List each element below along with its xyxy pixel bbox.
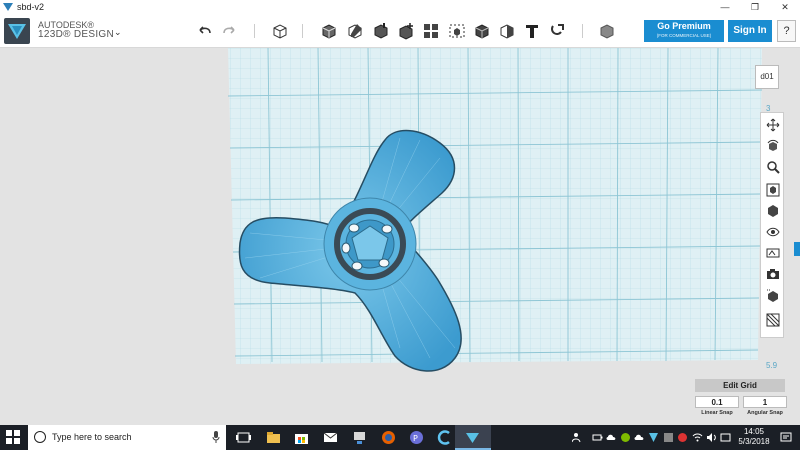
materials-outlines-icon[interactable]: [766, 246, 780, 260]
toolbar-divider: [302, 24, 303, 38]
file-explorer-icon[interactable]: [266, 430, 281, 445]
grid-scale-bottom: 5.9: [766, 361, 778, 370]
tray-app4-icon[interactable]: [677, 432, 688, 443]
angular-snap-label: Angular Snap: [747, 410, 783, 416]
clock-date: 5/3/2018: [738, 437, 770, 446]
combine-icon[interactable]: [473, 22, 491, 40]
angular-snap-field[interactable]: 1: [743, 396, 787, 408]
cloud-sync-icon[interactable]: [634, 432, 645, 443]
viewport-canvas[interactable]: [0, 48, 800, 425]
volume-icon[interactable]: [706, 432, 717, 443]
mail-icon[interactable]: [323, 430, 338, 445]
premium-sublabel: (FOR COMMERCIAL USE): [656, 33, 712, 38]
battery-icon[interactable]: [592, 432, 603, 443]
system-clock[interactable]: 14:05 5/3/2018: [734, 427, 774, 447]
orbit-icon[interactable]: [766, 139, 780, 153]
search-icon: [34, 431, 46, 443]
navigation-toolbar: [760, 112, 784, 338]
modify-icon[interactable]: [397, 22, 415, 40]
windows-taskbar: Type here to search P 14:05 5/3/2018: [0, 425, 800, 450]
close-button[interactable]: ✕: [770, 0, 800, 14]
app-icon: [3, 3, 13, 11]
firefox-icon[interactable]: [381, 430, 396, 445]
sketch-icon[interactable]: [346, 22, 364, 40]
toolbar-divider: [254, 24, 255, 38]
windows-start-icon[interactable]: [6, 430, 20, 444]
store-icon[interactable]: [294, 430, 309, 445]
language-icon[interactable]: [720, 432, 731, 443]
material-icon[interactable]: [598, 22, 616, 40]
grouping-icon[interactable]: [448, 22, 466, 40]
primitives-icon[interactable]: [320, 22, 338, 40]
window-titlebar: sbd-v2 — ❐ ✕: [0, 0, 800, 14]
go-premium-button[interactable]: Go Premium (FOR COMMERCIAL USE): [644, 20, 724, 42]
tray-app-icon[interactable]: [620, 432, 631, 443]
grid-settings-panel: Edit Grid 0.1 1 Linear Snap Angular Snap: [695, 379, 800, 425]
edit-grid-button[interactable]: Edit Grid: [695, 379, 785, 392]
tray-app3-icon[interactable]: [663, 432, 674, 443]
people-icon[interactable]: [572, 432, 583, 443]
svg-text:P: P: [413, 434, 418, 443]
camera-icon[interactable]: [766, 267, 780, 281]
side-panel-tab[interactable]: [794, 242, 800, 256]
linear-snap-field[interactable]: 0.1: [695, 396, 739, 408]
snap-grid-icon[interactable]: [766, 313, 780, 327]
minimize-button[interactable]: —: [710, 0, 740, 14]
views-icon[interactable]: [766, 204, 780, 218]
text-icon[interactable]: [523, 22, 541, 40]
pan-icon[interactable]: [766, 118, 780, 132]
premium-label: Go Premium: [657, 21, 711, 31]
undo-icon[interactable]: [196, 22, 214, 40]
123d-design-icon[interactable]: [465, 430, 480, 445]
new-object-icon[interactable]: [271, 22, 289, 40]
help-button[interactable]: ?: [777, 20, 796, 42]
tray-app2-icon[interactable]: [648, 432, 659, 443]
task-view-icon[interactable]: [236, 430, 251, 445]
construct-icon[interactable]: [372, 22, 390, 40]
maximize-button[interactable]: ❐: [740, 0, 770, 14]
snap-icon[interactable]: [548, 22, 566, 40]
wifi-icon[interactable]: [692, 432, 703, 443]
app-icon[interactable]: P: [409, 430, 424, 445]
cloud-icon[interactable]: [606, 432, 617, 443]
toolbar-divider: [582, 24, 583, 38]
main-toolbar: AUTODESK® 123D® DESIGN ⌄ Go Premium (FOR…: [0, 14, 800, 48]
taskbar-search[interactable]: Type here to search: [28, 425, 226, 450]
hide-show-icon[interactable]: [766, 289, 780, 303]
clock-time: 14:05: [743, 427, 765, 436]
pattern-icon[interactable]: [422, 22, 440, 40]
view-cube[interactable]: d01: [755, 65, 779, 89]
search-placeholder: Type here to search: [52, 432, 132, 442]
app-logo-icon[interactable]: [4, 18, 30, 44]
chevron-down-icon[interactable]: ⌄: [114, 27, 122, 38]
zoom-icon[interactable]: [766, 160, 780, 174]
app-brand[interactable]: AUTODESK® 123D® DESIGN: [38, 20, 114, 40]
fit-icon[interactable]: [766, 183, 780, 197]
visibility-icon[interactable]: [766, 225, 780, 239]
redo-icon[interactable]: [220, 22, 238, 40]
window-title: sbd-v2: [17, 2, 45, 12]
sign-in-button[interactable]: Sign In: [728, 20, 772, 42]
cortana-app-icon[interactable]: [437, 430, 452, 445]
linear-snap-label: Linear Snap: [701, 410, 733, 416]
brand-line2: 123D® DESIGN: [38, 29, 114, 40]
microphone-icon[interactable]: [212, 431, 220, 443]
notifications-icon[interactable]: [780, 432, 792, 443]
workplane-grid: [227, 48, 763, 372]
measure-icon[interactable]: [498, 22, 516, 40]
network-app-icon[interactable]: [352, 430, 367, 445]
